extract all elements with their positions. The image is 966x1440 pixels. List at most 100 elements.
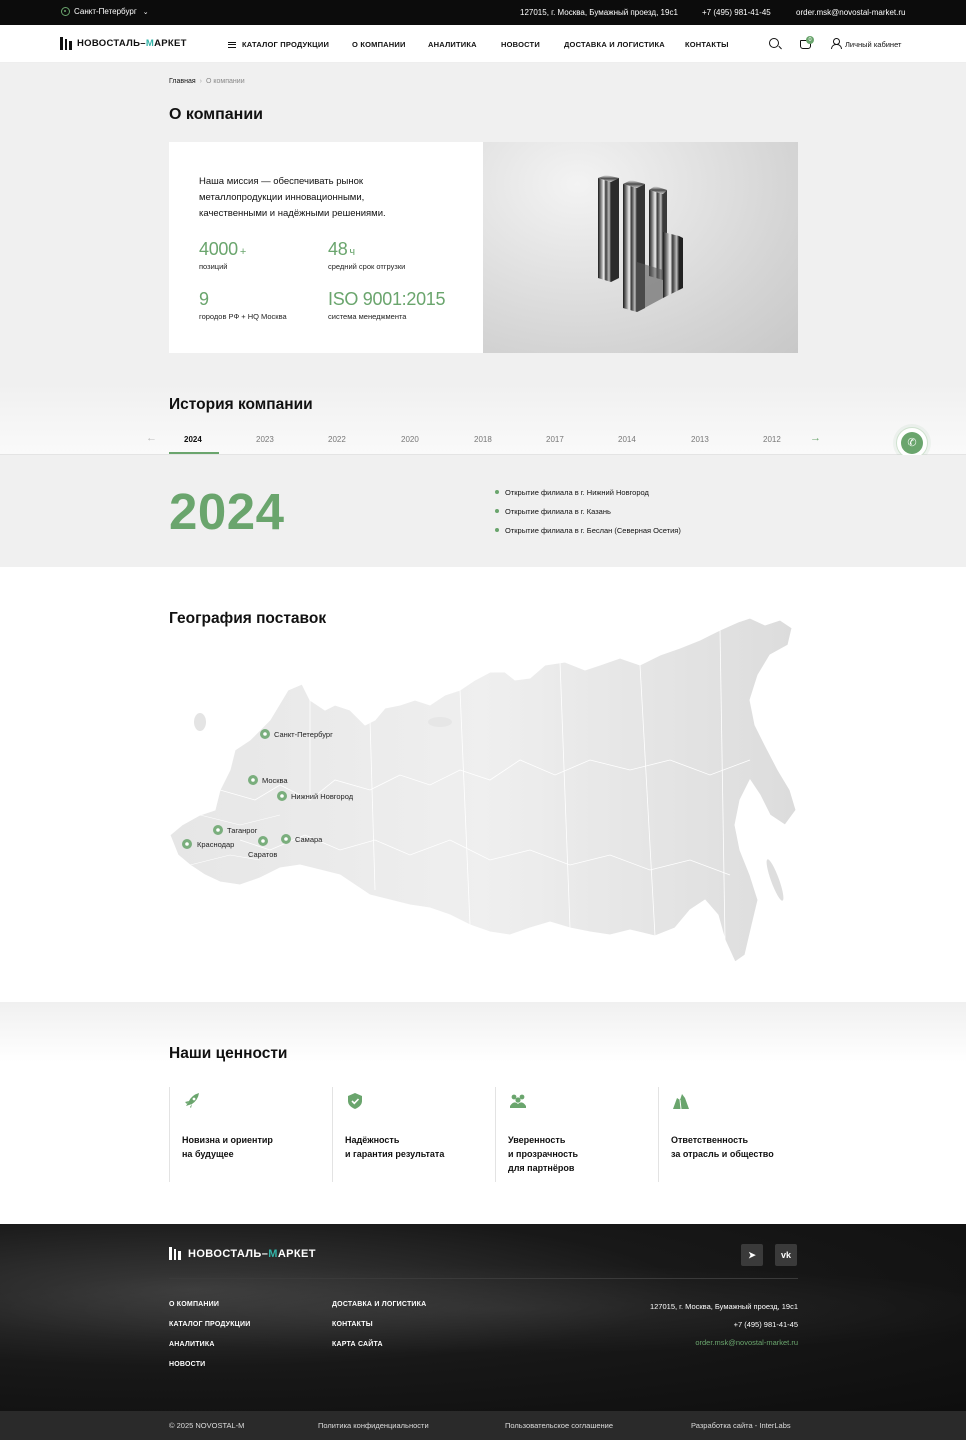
stat-positions: 4000 + позиций: [199, 239, 246, 271]
vk-icon[interactable]: vk: [775, 1244, 797, 1266]
logo-mark-icon: [169, 1247, 181, 1260]
nav-analytics[interactable]: АНАЛИТИКА: [428, 40, 477, 49]
svg-text:Саратов: Саратов: [248, 850, 277, 859]
top-address: 127015, г. Москва, Бумажный проезд, 19с1: [520, 8, 678, 17]
nav-news[interactable]: НОВОСТИ: [501, 40, 540, 49]
breadcrumb-home[interactable]: Главная: [169, 78, 196, 85]
site-footer: НОВОСТАЛЬ–МАРКЕТ ➤ vk О КОМПАНИИ КАТАЛОГ…: [0, 1224, 966, 1411]
footer-link-delivery[interactable]: ДОСТАВКА И ЛОГИСТИКА: [332, 1301, 426, 1308]
copyright: © 2025 NOVOSTAL-M: [169, 1421, 245, 1430]
nav-contacts[interactable]: КОНТАКТЫ: [685, 40, 729, 49]
search-icon[interactable]: [769, 38, 779, 48]
svg-text:Москва: Москва: [262, 776, 288, 785]
year-tab-2023[interactable]: 2023: [256, 435, 274, 444]
active-year-indicator: [169, 452, 219, 454]
hands-icon: [673, 1094, 689, 1110]
values-title: Наши ценности: [169, 1045, 288, 1062]
user-icon[interactable]: [831, 38, 842, 49]
value-text: Уверенность и прозрачность для партнёров: [508, 1135, 579, 1173]
people-icon: [510, 1094, 526, 1108]
logo-mark-icon: [60, 37, 72, 50]
city-label: Санкт-Петербург: [74, 7, 137, 16]
value-card-responsibility: Ответственность за отрасль и общество: [658, 1087, 808, 1182]
footer-phone[interactable]: +7 (495) 981-41-45: [734, 1320, 798, 1329]
footer-divider: [169, 1278, 798, 1279]
arrow-left-icon[interactable]: ←: [146, 432, 157, 444]
year-tab-2022[interactable]: 2022: [328, 435, 346, 444]
history-title: История компании: [169, 396, 313, 413]
year-tab-2024[interactable]: 2024: [184, 435, 202, 444]
city-marker-krasnodar[interactable]: Краснодар: [182, 839, 234, 849]
svg-text:Таганрог: Таганрог: [227, 826, 258, 835]
footer-logo-text: НОВОСТАЛЬ–МАРКЕТ: [188, 1247, 316, 1260]
year-events-list: Открытие филиала в г. Нижний Новгород От…: [495, 488, 681, 545]
svg-text:Санкт-Петербург: Санкт-Петербург: [274, 730, 333, 739]
footer-email[interactable]: order.msk@novostal-market.ru: [695, 1338, 798, 1347]
shield-check-icon: [348, 1093, 362, 1109]
year-tab-2017[interactable]: 2017: [546, 435, 564, 444]
breadcrumb-current: О компании: [206, 78, 245, 85]
footer-address: 127015, г. Москва, Бумажный проезд, 19с1: [649, 1302, 798, 1311]
svg-text:Самара: Самара: [295, 835, 323, 844]
city-marker-taganrog[interactable]: Таганрог: [213, 825, 258, 835]
svg-text:Краснодар: Краснодар: [197, 840, 234, 849]
top-email[interactable]: order.msk@novostal-market.ru: [796, 8, 906, 17]
rocket-icon: [185, 1093, 199, 1108]
nav-delivery[interactable]: ДОСТАВКА И ЛОГИСТИКА: [564, 40, 665, 49]
year-tab-2013[interactable]: 2013: [691, 435, 709, 444]
footer-link-news[interactable]: НОВОСТИ: [169, 1361, 205, 1368]
list-item: Открытие филиала в г. Казань: [495, 507, 681, 516]
svg-text:Нижний Новгород: Нижний Новгород: [291, 792, 354, 801]
logo-3d-image: [483, 142, 798, 353]
year-tab-2014[interactable]: 2014: [618, 435, 636, 444]
city-marker-moscow[interactable]: Москва: [248, 775, 288, 785]
list-item: Открытие филиала в г. Нижний Новгород: [495, 488, 681, 497]
map-landmass: [169, 617, 797, 963]
site-logo[interactable]: НОВОСТАЛЬ–МАРКЕТ: [60, 37, 187, 50]
top-bar: Санкт-Петербург ⌄ 127015, г. Москва, Бум…: [0, 0, 966, 25]
developer-link[interactable]: Разработка сайта - InterLabs: [691, 1421, 791, 1430]
value-card-transparency: Уверенность и прозрачность для партнёров: [495, 1087, 645, 1182]
cart-count-badge: 0: [806, 36, 814, 44]
value-text: Надёжность и гарантия результата: [345, 1135, 445, 1159]
logo-text: НОВОСТАЛЬ–МАРКЕТ: [77, 38, 187, 49]
value-text: Новизна и ориентир на будущее: [182, 1135, 273, 1159]
privacy-link[interactable]: Политика конфиденциальности: [318, 1421, 429, 1430]
mission-text: Наша миссия — обеспечивать рынок металло…: [199, 176, 386, 219]
footer-bottom-bar: © 2025 NOVOSTAL-M Политика конфиденциаль…: [0, 1411, 966, 1440]
year-tab-2020[interactable]: 2020: [401, 435, 419, 444]
breadcrumb: Главная › О компании: [169, 78, 245, 85]
nav-about[interactable]: О КОМПАНИИ: [352, 40, 406, 49]
city-selector[interactable]: Санкт-Петербург ⌄: [61, 7, 149, 16]
metal-logo-illustration: [598, 175, 683, 312]
year-tab-2012[interactable]: 2012: [763, 435, 781, 444]
location-pin-icon: [61, 7, 70, 16]
russia-map: Санкт-Петербург Москва Нижний Новгород Т…: [169, 617, 797, 963]
footer-link-sitemap[interactable]: КАРТА САЙТА: [332, 1341, 383, 1348]
value-card-reliability: Надёжность и гарантия результата: [332, 1087, 482, 1182]
footer-logo[interactable]: НОВОСТАЛЬ–МАРКЕТ: [169, 1247, 316, 1260]
footer-link-analytics[interactable]: АНАЛИТИКА: [169, 1341, 215, 1348]
footer-link-contacts[interactable]: КОНТАКТЫ: [332, 1321, 373, 1328]
year-details-panel: [0, 455, 966, 567]
value-card-innovation: Новизна и ориентир на будущее: [169, 1087, 319, 1182]
footer-link-about[interactable]: О КОМПАНИИ: [169, 1301, 219, 1308]
arrow-right-icon[interactable]: →: [810, 432, 821, 444]
about-card: Наша миссия — обеспечивать рынок металло…: [169, 142, 483, 353]
telegram-icon[interactable]: ➤: [741, 1244, 763, 1266]
stat-iso: ISO 9001:2015 система менеджмента: [328, 289, 446, 321]
account-link[interactable]: Личный кабинет: [845, 40, 901, 49]
top-phone[interactable]: +7 (495) 981-41-45: [702, 8, 771, 17]
terms-link[interactable]: Пользовательское соглашение: [505, 1421, 613, 1430]
stat-cities: 9 городов РФ + HQ Москва: [199, 289, 287, 321]
stat-shipping-time: 48 ч средний срок отгрузки: [328, 239, 406, 271]
selected-year: 2024: [169, 483, 285, 540]
main-header: НОВОСТАЛЬ–МАРКЕТ КАТАЛОГ ПРОДУКЦИИ О КОМ…: [0, 25, 966, 63]
city-marker-samara[interactable]: Самара: [281, 834, 323, 844]
chevron-down-icon: ⌄: [142, 8, 149, 16]
menu-icon: [228, 42, 236, 48]
nav-catalog[interactable]: КАТАЛОГ ПРОДУКЦИИ: [228, 40, 329, 49]
page-title: О компании: [169, 106, 263, 123]
year-tab-2018[interactable]: 2018: [474, 435, 492, 444]
footer-link-catalog[interactable]: КАТАЛОГ ПРОДУКЦИИ: [169, 1321, 250, 1328]
